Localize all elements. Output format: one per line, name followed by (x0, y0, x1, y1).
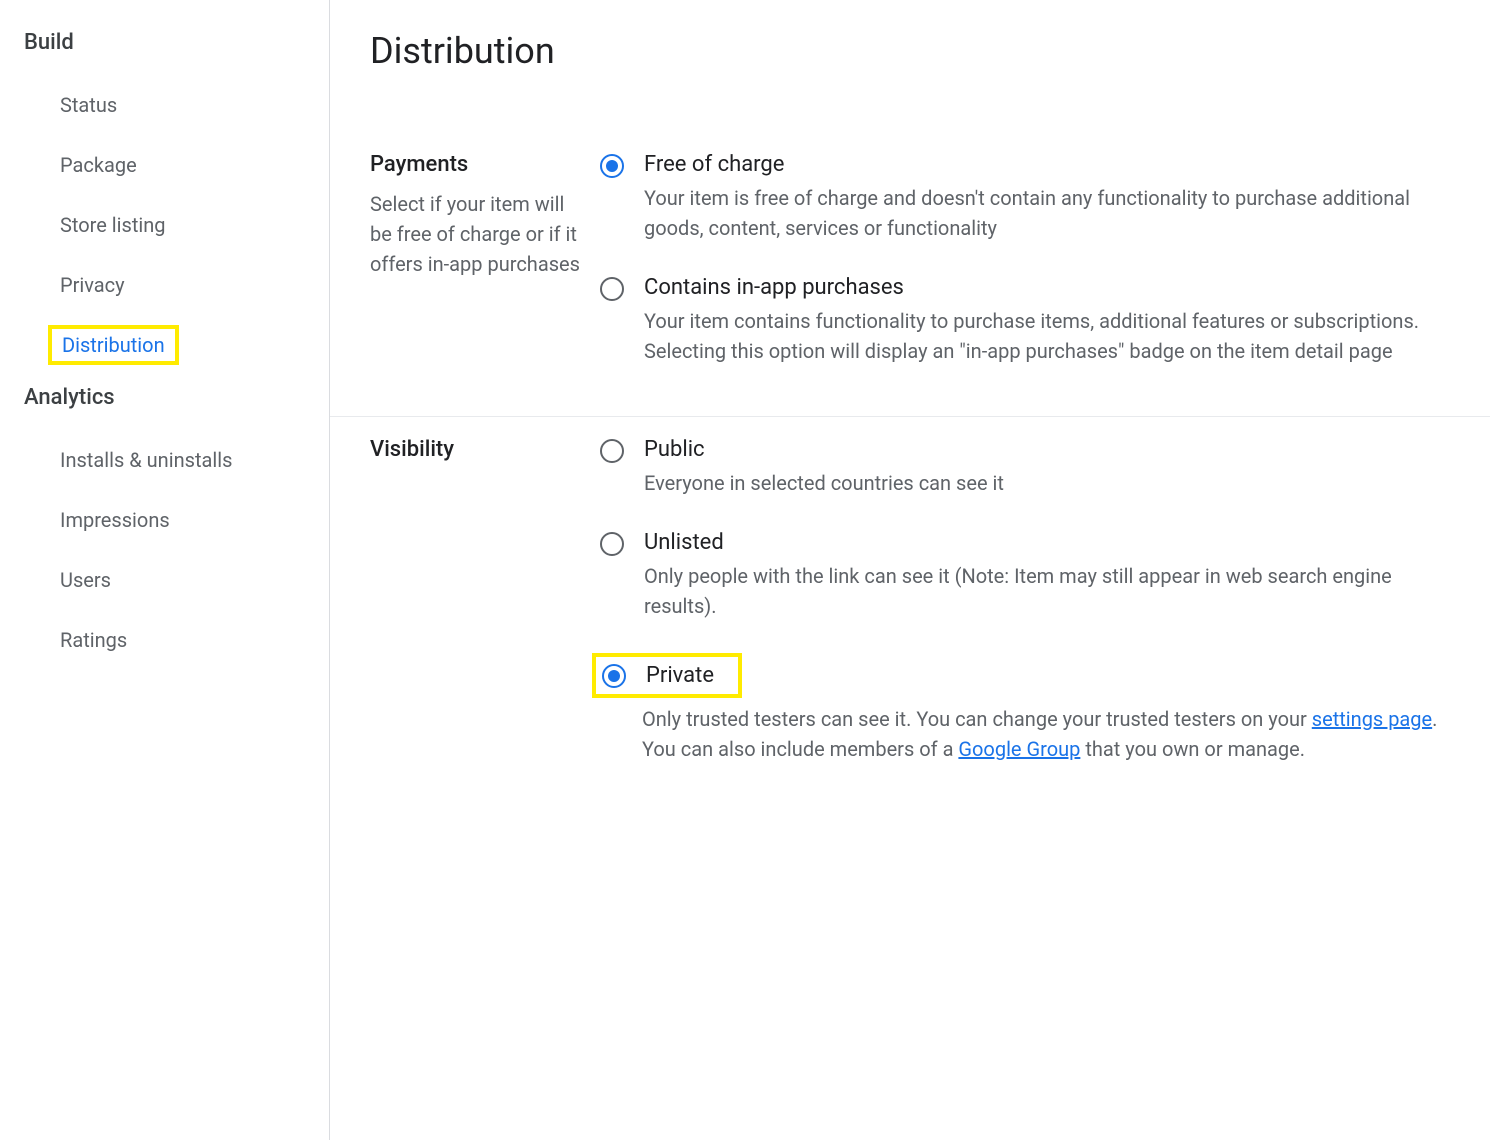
private-desc-text4: that you own or manage. (1080, 737, 1305, 761)
radio-icon (600, 532, 624, 556)
radio-icon (600, 439, 624, 463)
payments-section-left: Payments Select if your item will be fre… (370, 152, 600, 366)
page-title: Distribution (330, 0, 1490, 132)
main-content: Distribution Payments Select if your ite… (330, 0, 1490, 1140)
visibility-section-left: Visibility (370, 437, 600, 764)
radio-label-unlisted: Unlisted (644, 530, 1450, 555)
private-highlight: Private (592, 653, 742, 698)
sidebar-item-users[interactable]: Users (0, 550, 329, 610)
payments-subtitle: Select if your item will be free of char… (370, 189, 580, 279)
radio-desc-free: Your item is free of charge and doesn't … (644, 183, 1450, 243)
radio-label-private: Private (646, 663, 714, 688)
radio-icon (600, 277, 624, 301)
radio-option-unlisted[interactable]: Unlisted Only people with the link can s… (600, 530, 1450, 621)
private-desc-text3: You can also include members of a (642, 737, 958, 761)
sidebar-item-distribution[interactable]: Distribution (62, 333, 165, 357)
payments-section: Payments Select if your item will be fre… (330, 132, 1490, 417)
sidebar-heading-build: Build (0, 20, 329, 65)
sidebar-item-privacy[interactable]: Privacy (0, 255, 329, 315)
sidebar-heading-analytics: Analytics (0, 375, 329, 420)
sidebar-item-package[interactable]: Package (0, 135, 329, 195)
radio-option-private[interactable]: Private Only trusted testers can see it.… (600, 653, 1450, 764)
radio-label-inapp: Contains in-app purchases (644, 275, 1450, 300)
sidebar-item-store-listing[interactable]: Store listing (0, 195, 329, 255)
google-group-link[interactable]: Google Group (958, 737, 1080, 761)
sidebar-item-ratings[interactable]: Ratings (0, 610, 329, 670)
radio-option-free[interactable]: Free of charge Your item is free of char… (600, 152, 1450, 243)
radio-content: Contains in-app purchases Your item cont… (644, 275, 1450, 366)
sidebar-highlight: Distribution (48, 325, 179, 365)
sidebar-item-status[interactable]: Status (0, 75, 329, 135)
radio-label-free: Free of charge (644, 152, 1450, 177)
visibility-options: Public Everyone in selected countries ca… (600, 437, 1450, 764)
radio-icon (602, 664, 626, 688)
radio-content: Public Everyone in selected countries ca… (644, 437, 1450, 498)
radio-content: Free of charge Your item is free of char… (644, 152, 1450, 243)
radio-desc-public: Everyone in selected countries can see i… (644, 468, 1450, 498)
payments-options: Free of charge Your item is free of char… (600, 152, 1450, 366)
sidebar-item-impressions[interactable]: Impressions (0, 490, 329, 550)
visibility-section: Visibility Public Everyone in selected c… (330, 417, 1490, 814)
radio-label-public: Public (644, 437, 1450, 462)
payments-title: Payments (370, 152, 580, 177)
radio-desc-unlisted: Only people with the link can see it (No… (644, 561, 1450, 621)
sidebar: Build Status Package Store listing Priva… (0, 0, 330, 1140)
radio-option-inapp[interactable]: Contains in-app purchases Your item cont… (600, 275, 1450, 366)
radio-option-public[interactable]: Public Everyone in selected countries ca… (600, 437, 1450, 498)
visibility-title: Visibility (370, 437, 580, 462)
private-desc-text1: Only trusted testers can see it. You can… (642, 707, 1312, 731)
radio-icon (600, 154, 624, 178)
radio-desc-inapp: Your item contains functionality to purc… (644, 306, 1450, 366)
sidebar-item-installs[interactable]: Installs & uninstalls (0, 430, 329, 490)
private-desc-text2: . (1432, 707, 1437, 731)
radio-desc-private: Only trusted testers can see it. You can… (642, 704, 1450, 764)
settings-page-link[interactable]: settings page (1312, 707, 1432, 731)
radio-content: Unlisted Only people with the link can s… (644, 530, 1450, 621)
